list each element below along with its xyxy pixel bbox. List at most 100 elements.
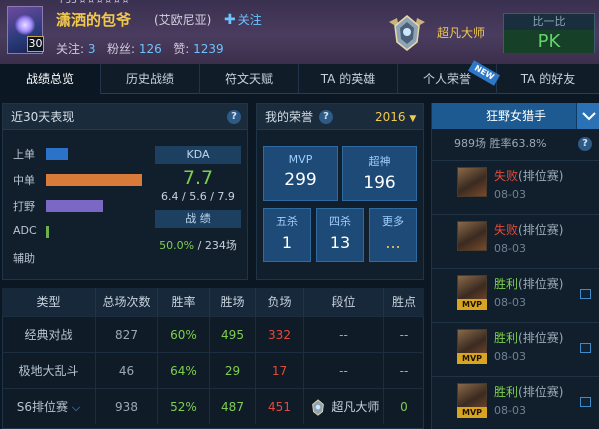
kda-box: KDA 7.7 6.4 / 5.6 / 7.9 (155, 146, 241, 203)
cell-wins: 29 (210, 352, 256, 388)
help-icon[interactable]: ? (578, 137, 592, 151)
match-result: 失败(排位赛) (494, 167, 563, 184)
lane-label: 中单 (13, 174, 35, 187)
quadra-count: 13 (329, 233, 351, 252)
kda-detail: 6.4 / 5.6 / 7.9 (161, 190, 235, 203)
tab-runes[interactable]: 符文天赋 (200, 64, 299, 94)
mvp-badge: MVP (457, 407, 487, 418)
cell-losses: 451 (256, 388, 304, 424)
follow-label: 关注 (237, 13, 262, 27)
help-icon[interactable]: ? (227, 110, 241, 124)
match-date: 08-03 (494, 242, 526, 255)
champion-name: 狂野女猎手 (485, 109, 546, 123)
tab-friends[interactable]: TA 的好友 (497, 64, 599, 94)
col-header: 负场 (256, 288, 304, 316)
cell-total: 938 (96, 388, 158, 424)
champion-select[interactable]: 狂野女猎手 (432, 103, 599, 129)
result-label: 胜利 (494, 331, 519, 345)
cell-rate: 52% (158, 388, 210, 424)
match-date: 08-03 (494, 350, 526, 363)
kda-label: KDA (155, 146, 241, 164)
screenshot-icon[interactable] (580, 289, 591, 299)
lane-bar (46, 148, 68, 160)
col-header: 胜点 (384, 288, 424, 316)
cell-losses: 332 (256, 316, 304, 352)
compare-button[interactable]: 比一比 PK (503, 13, 595, 53)
year-select[interactable]: 2016 ▼ (375, 104, 416, 130)
match-result: 胜利(排位赛) (494, 275, 563, 292)
profile-header: ì 33 ¤ ¤ ¤ ¤ ¤ ¤ 30 潇洒的包爷 (艾欧尼亚) ✚ 关注 关注:… (0, 0, 599, 64)
mvp-badge: MVP (457, 299, 487, 310)
likes-label: 赞: (173, 42, 190, 56)
result-label: 失败 (494, 169, 519, 183)
champion-games: 989场 (454, 137, 486, 150)
cell-wins: 487 (210, 388, 256, 424)
mvp-badge: MVP (457, 353, 487, 364)
godlike-card[interactable]: 超神 196 (342, 146, 417, 201)
more-card[interactable]: 更多 ... (369, 208, 417, 262)
champion-portrait (457, 167, 487, 197)
match-record[interactable]: MVP 胜利(排位赛) 08-03 (432, 376, 599, 429)
record-label: 战 绩 (155, 210, 241, 228)
more-label: 更多 (382, 215, 404, 228)
col-header: 段位 (304, 288, 384, 316)
likes-count: 1239 (193, 42, 224, 56)
quadra-card[interactable]: 四杀 13 (316, 208, 364, 262)
lane-bar (46, 174, 142, 186)
compare-label: 比一比 (504, 14, 594, 30)
lane-label: 上单 (13, 148, 35, 161)
tab-heroes[interactable]: TA 的英雄 (299, 64, 398, 94)
match-record[interactable]: MVP 胜利(排位赛) 08-03 (432, 268, 599, 322)
fans-count[interactable]: 126 (139, 42, 162, 56)
col-header: 胜率 (158, 288, 210, 316)
col-header: 总场次数 (96, 288, 158, 316)
result-label: 失败 (494, 223, 519, 237)
dropdown-button[interactable] (576, 103, 599, 129)
top-cut-text: ì 33 ¤ ¤ ¤ ¤ ¤ ¤ (60, 0, 129, 6)
tab-overview[interactable]: 战绩总览 (0, 64, 101, 94)
result-label: 胜利 (494, 277, 519, 291)
col-header: 胜场 (210, 288, 256, 316)
cell-type: S6排位赛 (16, 400, 69, 414)
mvp-count: 299 (284, 170, 317, 190)
level-badge: 30 (27, 36, 44, 52)
match-result: 失败(排位赛) (494, 221, 563, 238)
record-box: 战 绩 50.0% / 234场 (155, 210, 241, 253)
cell-rate: 64% (158, 352, 210, 388)
match-result: 胜利(排位赛) (494, 329, 563, 346)
lane-label: 辅助 (13, 252, 35, 265)
help-icon[interactable]: ? (319, 110, 333, 124)
champion-portrait (457, 221, 487, 251)
mode-label: (排位赛) (518, 331, 564, 345)
social-stats: 关注: 3 粉丝: 126 赞: 1239 (56, 40, 224, 57)
cell-total: 46 (96, 352, 158, 388)
match-record[interactable]: 失败(排位赛) 08-03 (432, 214, 599, 268)
follow-button[interactable]: ✚ 关注 (224, 11, 262, 28)
year-value: 2016 (375, 110, 406, 124)
record-separator: / (197, 239, 202, 252)
cell-type: 经典对战 (2, 316, 96, 352)
quadra-label: 四杀 (329, 215, 351, 228)
plus-icon: ✚ (224, 12, 236, 28)
mvp-card[interactable]: MVP 299 (263, 146, 338, 201)
caret-down-icon: ▼ (409, 114, 417, 124)
tier-emblem-icon (311, 398, 324, 416)
champion-panel: 狂野女猎手 989场 胜率63.8% ? 失败(排位赛) 08-03 失败(排位… (431, 103, 599, 429)
mode-label: (排位赛) (518, 223, 564, 237)
match-record[interactable]: MVP 胜利(排位赛) 08-03 (432, 322, 599, 376)
godlike-label: 超神 (368, 155, 391, 168)
penta-card[interactable]: 五杀 1 (263, 208, 311, 262)
chevron-down-icon: ⌵ (71, 401, 81, 414)
cell-lp: -- (384, 352, 424, 388)
fans-label: 粉丝: (106, 42, 136, 56)
mvp-label: MVP (288, 153, 313, 166)
cell-type-select[interactable]: S6排位赛 ⌵ (2, 388, 96, 424)
honor-panel: 我的荣誉 ? 2016 ▼ MVP 299 超神 196 五杀 1 四杀 13 … (256, 103, 424, 280)
screenshot-icon[interactable] (580, 397, 591, 407)
champion-stats: 989场 胜率63.8% (432, 129, 599, 159)
tab-history[interactable]: 历史战绩 (101, 64, 200, 94)
match-record[interactable]: 失败(排位赛) 08-03 (432, 160, 599, 214)
cell-losses: 17 (256, 352, 304, 388)
follows-count[interactable]: 3 (88, 42, 96, 56)
screenshot-icon[interactable] (580, 343, 591, 353)
